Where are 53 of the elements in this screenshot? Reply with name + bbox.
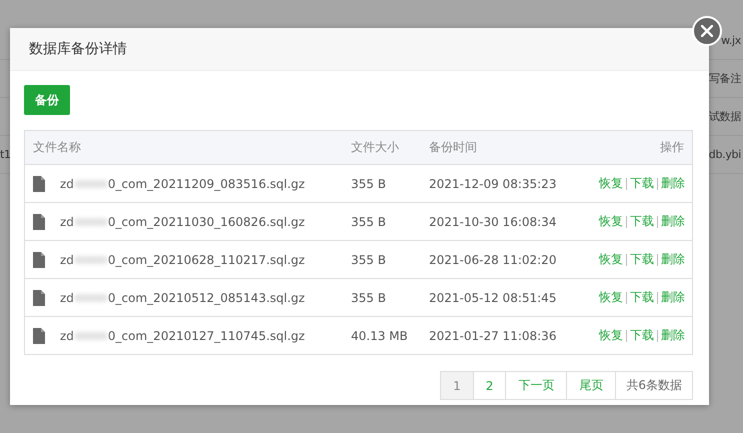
column-header: 操作 xyxy=(659,139,685,156)
close-button[interactable] xyxy=(692,16,722,46)
backup-time: 2021-05-12 08:51:45 xyxy=(428,290,558,304)
backup-time: 2021-01-27 11:08:36 xyxy=(428,328,558,342)
file-icon xyxy=(33,328,45,344)
backup-time: 2021-12-09 08:35:23 xyxy=(428,176,558,190)
action-link[interactable]: 恢复 xyxy=(599,289,623,306)
dialog-title: 数据库备份详情 xyxy=(29,40,127,58)
background-text: 写备注 xyxy=(708,71,741,86)
action-link[interactable]: 下载 xyxy=(630,289,654,306)
page-link[interactable]: 1 xyxy=(440,371,474,400)
background-text: db.ybi xyxy=(708,148,741,161)
action-link[interactable]: 恢复 xyxy=(599,175,623,192)
file-name: zd 0_com_20210628_110217.sql.gz xyxy=(60,252,305,266)
file-size: 355 B xyxy=(350,290,387,304)
action-link[interactable]: 删除 xyxy=(661,251,685,268)
file-name: zd 0_com_20210512_085143.sql.gz xyxy=(60,290,305,304)
action-link[interactable]: 下载 xyxy=(630,175,654,192)
file-icon xyxy=(33,290,45,306)
backup-time: 2021-10-30 16:08:34 xyxy=(428,214,558,228)
action-link[interactable]: 恢复 xyxy=(599,213,623,230)
file-size: 40.13 MB xyxy=(350,328,409,342)
file-icon xyxy=(33,252,45,268)
file-size: 355 B xyxy=(350,214,387,228)
file-size: 355 B xyxy=(350,252,387,266)
action-link[interactable]: 删除 xyxy=(661,213,685,230)
backup-button[interactable]: 备份 xyxy=(24,85,70,115)
file-size: 355 B xyxy=(350,176,387,190)
file-name: zd 0_com_20211209_083516.sql.gz xyxy=(60,176,305,190)
action-link[interactable]: 删除 xyxy=(661,175,685,192)
file-name: zd 0_com_20211030_160826.sql.gz xyxy=(60,214,305,228)
action-link[interactable]: 下载 xyxy=(630,213,654,230)
column-header: 文件名称 xyxy=(32,139,82,156)
total-count: 共6条数据 xyxy=(615,371,693,400)
action-link[interactable]: 恢复 xyxy=(599,251,623,268)
close-icon xyxy=(701,25,713,37)
background-text: t1 xyxy=(0,148,11,161)
action-link[interactable]: 下载 xyxy=(630,327,654,344)
background-text: w.jx xyxy=(721,34,741,47)
action-link[interactable]: 下载 xyxy=(630,251,654,268)
backup-time: 2021-06-28 11:02:20 xyxy=(428,252,558,266)
action-link[interactable]: 删除 xyxy=(661,327,685,344)
action-link[interactable]: 恢复 xyxy=(599,327,623,344)
background-text: 试数据 xyxy=(708,109,741,124)
page-link[interactable]: 2 xyxy=(472,371,506,400)
file-icon xyxy=(33,176,45,192)
column-header: 文件大小 xyxy=(350,139,400,156)
page-link[interactable]: 下一页 xyxy=(505,371,568,400)
action-link[interactable]: 删除 xyxy=(661,289,685,306)
file-name: zd 0_com_20210127_110745.sql.gz xyxy=(60,328,305,342)
column-header: 备份时间 xyxy=(428,139,478,156)
page-link[interactable]: 尾页 xyxy=(566,371,616,400)
file-icon xyxy=(33,214,45,230)
